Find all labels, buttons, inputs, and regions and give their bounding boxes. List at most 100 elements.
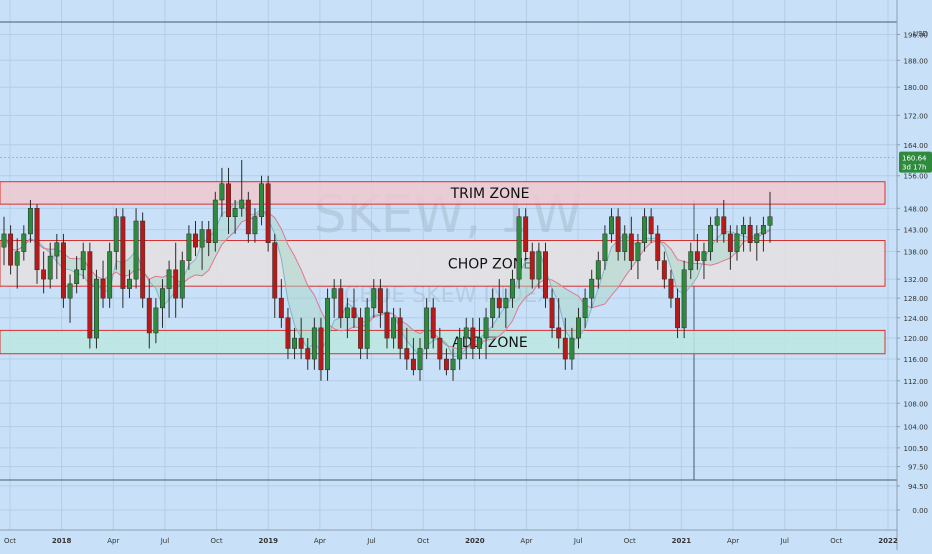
candle (635, 242, 641, 261)
candle (595, 260, 601, 280)
candle (767, 216, 773, 226)
candle (562, 337, 568, 360)
x-tick-label: 2020 (465, 537, 485, 545)
candle (391, 317, 397, 339)
candle (133, 220, 139, 280)
candle (226, 183, 231, 217)
candle (463, 327, 469, 339)
candle (358, 317, 364, 349)
candle (206, 229, 212, 243)
y-tick-label: 188.00 (904, 57, 929, 65)
candle (556, 327, 562, 339)
candle (609, 216, 614, 235)
candle (127, 278, 132, 289)
x-tick-label: Jul (160, 537, 170, 545)
candle (536, 251, 542, 280)
candle (285, 317, 291, 349)
x-tick-label: Oct (624, 537, 636, 545)
candle (311, 327, 317, 360)
zone-label: TRIM ZONE (450, 186, 530, 202)
candle (727, 233, 733, 252)
candle (338, 288, 344, 319)
candle (734, 233, 740, 252)
candle (589, 278, 595, 299)
candle (344, 307, 350, 319)
y-tick-label: 143.00 (904, 227, 929, 235)
candle (642, 216, 647, 243)
candle (655, 233, 661, 261)
x-tick-label: Jul (573, 537, 583, 545)
candle (747, 225, 753, 243)
candle (741, 225, 747, 235)
candle (1, 233, 7, 248)
x-tick-label: 2019 (258, 537, 278, 545)
candle (628, 233, 634, 261)
candle (47, 255, 53, 280)
y-tick-label: 108.00 (904, 400, 929, 408)
candle (543, 251, 548, 299)
x-tick-label: Jul (366, 537, 376, 545)
candle (166, 269, 172, 289)
candle (364, 307, 370, 349)
x-tick-label: Apr (107, 537, 119, 545)
candle (351, 307, 357, 319)
x-tick-label: Oct (211, 537, 223, 545)
candle (298, 337, 304, 349)
x-tick-label: 2018 (52, 537, 72, 545)
chart-svg: SKEW, 1WCBOE SKEW INDEXTRIM ZONECHOP ZON… (0, 0, 932, 550)
candle (67, 283, 73, 299)
y-tick-label: 172.00 (904, 112, 929, 120)
y-tick-label: 94.50 (908, 483, 928, 491)
candle (245, 199, 251, 235)
candle (173, 269, 179, 299)
candle (437, 337, 443, 360)
y-tick-label: 120.00 (904, 335, 929, 343)
candle (146, 297, 152, 334)
candle (331, 288, 337, 299)
candle (675, 297, 681, 329)
candle (510, 278, 515, 299)
candle (100, 278, 106, 299)
y-tick-label: 164.00 (904, 142, 929, 150)
candle (424, 307, 430, 349)
candle (278, 297, 284, 319)
candle (252, 216, 258, 235)
candle (404, 348, 410, 360)
y-tick-label: 138.00 (904, 249, 929, 257)
candle (430, 307, 436, 339)
candle (516, 216, 522, 280)
y-tick-label: 116.00 (904, 356, 929, 364)
candle (93, 278, 99, 339)
candle (602, 233, 608, 261)
candle (186, 233, 192, 261)
candle (450, 358, 456, 371)
candle (87, 251, 93, 339)
y-tick-label: 112.00 (904, 378, 929, 386)
candle (219, 183, 225, 201)
candle (54, 242, 60, 257)
x-tick-label: 2021 (672, 537, 692, 545)
last-price-value: 160.64 (902, 155, 927, 163)
candle (265, 183, 271, 243)
candle (622, 233, 628, 252)
candle (107, 251, 113, 299)
candle (74, 269, 80, 285)
y-tick-label: 104.00 (904, 424, 929, 432)
candle (701, 251, 707, 261)
candle (232, 208, 238, 217)
candle (582, 297, 588, 319)
candle (668, 278, 674, 299)
candle (694, 251, 700, 261)
candle (160, 288, 165, 309)
candle (714, 216, 720, 226)
candle (569, 337, 575, 360)
candle (272, 242, 278, 299)
candle (377, 288, 383, 314)
chart: SKEW, 1W CBOE SKEW INDEX TRIM ZONE CHOP ZON… (0, 0, 932, 550)
y-tick-label: 100.50 (904, 445, 929, 453)
x-tick-label: Apr (314, 537, 326, 545)
candle (371, 288, 377, 309)
candle (60, 242, 66, 299)
currency-label: USD (913, 30, 928, 38)
candle (708, 225, 714, 252)
